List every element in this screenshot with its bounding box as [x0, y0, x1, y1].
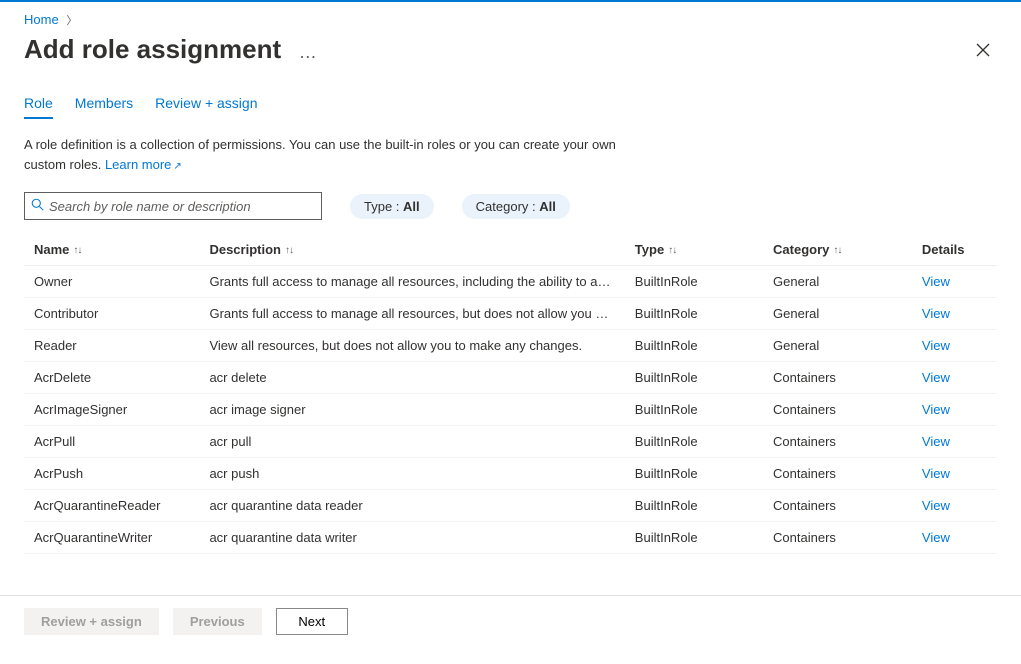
review-assign-button: Review + assign	[24, 608, 159, 635]
page-title: Add role assignment	[24, 34, 281, 65]
role-type: BuiltInRole	[625, 394, 763, 426]
breadcrumb: Home 〉	[24, 12, 997, 28]
search-input[interactable]	[49, 199, 315, 214]
external-link-icon: ↗	[173, 161, 181, 172]
previous-button: Previous	[173, 608, 262, 635]
role-name: AcrQuarantineReader	[24, 490, 199, 522]
role-category: Containers	[763, 362, 912, 394]
role-type: BuiltInRole	[625, 298, 763, 330]
sort-icon: ↑↓	[73, 245, 81, 256]
role-category: General	[763, 330, 912, 362]
more-menu-icon[interactable]: …	[299, 42, 318, 62]
view-link[interactable]: View	[922, 498, 950, 513]
close-button[interactable]	[969, 36, 997, 64]
filter-type-value: All	[403, 199, 420, 214]
chevron-right-icon: 〉	[66, 15, 77, 27]
horizontal-scrollbar[interactable]	[0, 647, 1021, 664]
filter-type[interactable]: Type : All	[350, 194, 434, 219]
table-row[interactable]: AcrImageSigneracr image signerBuiltInRol…	[24, 394, 997, 426]
role-category: Containers	[763, 490, 912, 522]
role-description: acr quarantine data writer	[199, 522, 624, 554]
close-icon	[976, 43, 990, 57]
column-header-details: Details	[912, 234, 997, 266]
filter-category-value: All	[539, 199, 556, 214]
view-link[interactable]: View	[922, 466, 950, 481]
filter-type-label: Type :	[364, 199, 399, 214]
role-name: Reader	[24, 330, 199, 362]
tab-review-assign[interactable]: Review + assign	[155, 95, 257, 119]
table-row[interactable]: ContributorGrants full access to manage …	[24, 298, 997, 330]
filter-category[interactable]: Category : All	[462, 194, 570, 219]
role-description: View all resources, but does not allow y…	[199, 330, 624, 362]
page-description: A role definition is a collection of per…	[24, 135, 644, 174]
view-link[interactable]: View	[922, 338, 950, 353]
role-name: AcrPush	[24, 458, 199, 490]
role-type: BuiltInRole	[625, 426, 763, 458]
search-icon	[31, 198, 44, 214]
view-link[interactable]: View	[922, 530, 950, 545]
table-row[interactable]: AcrPushacr pushBuiltInRoleContainers View	[24, 458, 997, 490]
role-name: Contributor	[24, 298, 199, 330]
table-row[interactable]: AcrPullacr pullBuiltInRoleContainers View	[24, 426, 997, 458]
breadcrumb-home[interactable]: Home	[24, 12, 59, 27]
learn-more-link[interactable]: Learn more↗	[105, 157, 182, 172]
roles-table: Name↑↓ Description↑↓ Type↑↓ Category↑↓ D…	[24, 234, 997, 554]
view-link[interactable]: View	[922, 274, 950, 289]
content-scroll-area[interactable]: Role Members Review + assign A role defi…	[0, 73, 1021, 595]
role-category: General	[763, 266, 912, 298]
column-header-description[interactable]: Description↑↓	[199, 234, 624, 266]
column-header-category[interactable]: Category↑↓	[763, 234, 912, 266]
role-description: Grants full access to manage all resourc…	[199, 266, 624, 298]
tabs: Role Members Review + assign	[24, 95, 997, 119]
sort-icon: ↑↓	[833, 245, 841, 256]
role-description: acr push	[199, 458, 624, 490]
view-link[interactable]: View	[922, 434, 950, 449]
role-type: BuiltInRole	[625, 362, 763, 394]
footer-bar: Review + assign Previous Next	[0, 595, 1021, 647]
table-row[interactable]: ReaderView all resources, but does not a…	[24, 330, 997, 362]
tab-members[interactable]: Members	[75, 95, 133, 119]
role-name: AcrDelete	[24, 362, 199, 394]
role-category: General	[763, 298, 912, 330]
role-description: acr image signer	[199, 394, 624, 426]
table-row[interactable]: AcrQuarantineWriteracr quarantine data w…	[24, 522, 997, 554]
role-name: AcrImageSigner	[24, 394, 199, 426]
role-type: BuiltInRole	[625, 458, 763, 490]
role-category: Containers	[763, 426, 912, 458]
next-button[interactable]: Next	[276, 608, 348, 635]
tab-role[interactable]: Role	[24, 95, 53, 119]
role-category: Containers	[763, 522, 912, 554]
role-name: Owner	[24, 266, 199, 298]
role-description: Grants full access to manage all resourc…	[199, 298, 624, 330]
table-row[interactable]: OwnerGrants full access to manage all re…	[24, 266, 997, 298]
table-row[interactable]: AcrQuarantineReaderacr quarantine data r…	[24, 490, 997, 522]
view-link[interactable]: View	[922, 402, 950, 417]
search-box[interactable]	[24, 192, 322, 220]
sort-icon: ↑↓	[668, 245, 676, 256]
role-description: acr pull	[199, 426, 624, 458]
role-category: Containers	[763, 394, 912, 426]
role-description: acr quarantine data reader	[199, 490, 624, 522]
filter-category-label: Category :	[476, 199, 536, 214]
role-type: BuiltInRole	[625, 266, 763, 298]
role-type: BuiltInRole	[625, 522, 763, 554]
role-description: acr delete	[199, 362, 624, 394]
role-type: BuiltInRole	[625, 490, 763, 522]
column-header-type[interactable]: Type↑↓	[625, 234, 763, 266]
role-name: AcrPull	[24, 426, 199, 458]
sort-icon: ↑↓	[285, 245, 293, 256]
role-category: Containers	[763, 458, 912, 490]
view-link[interactable]: View	[922, 306, 950, 321]
column-header-name[interactable]: Name↑↓	[24, 234, 199, 266]
view-link[interactable]: View	[922, 370, 950, 385]
role-type: BuiltInRole	[625, 330, 763, 362]
role-name: AcrQuarantineWriter	[24, 522, 199, 554]
table-row[interactable]: AcrDeleteacr deleteBuiltInRoleContainers…	[24, 362, 997, 394]
